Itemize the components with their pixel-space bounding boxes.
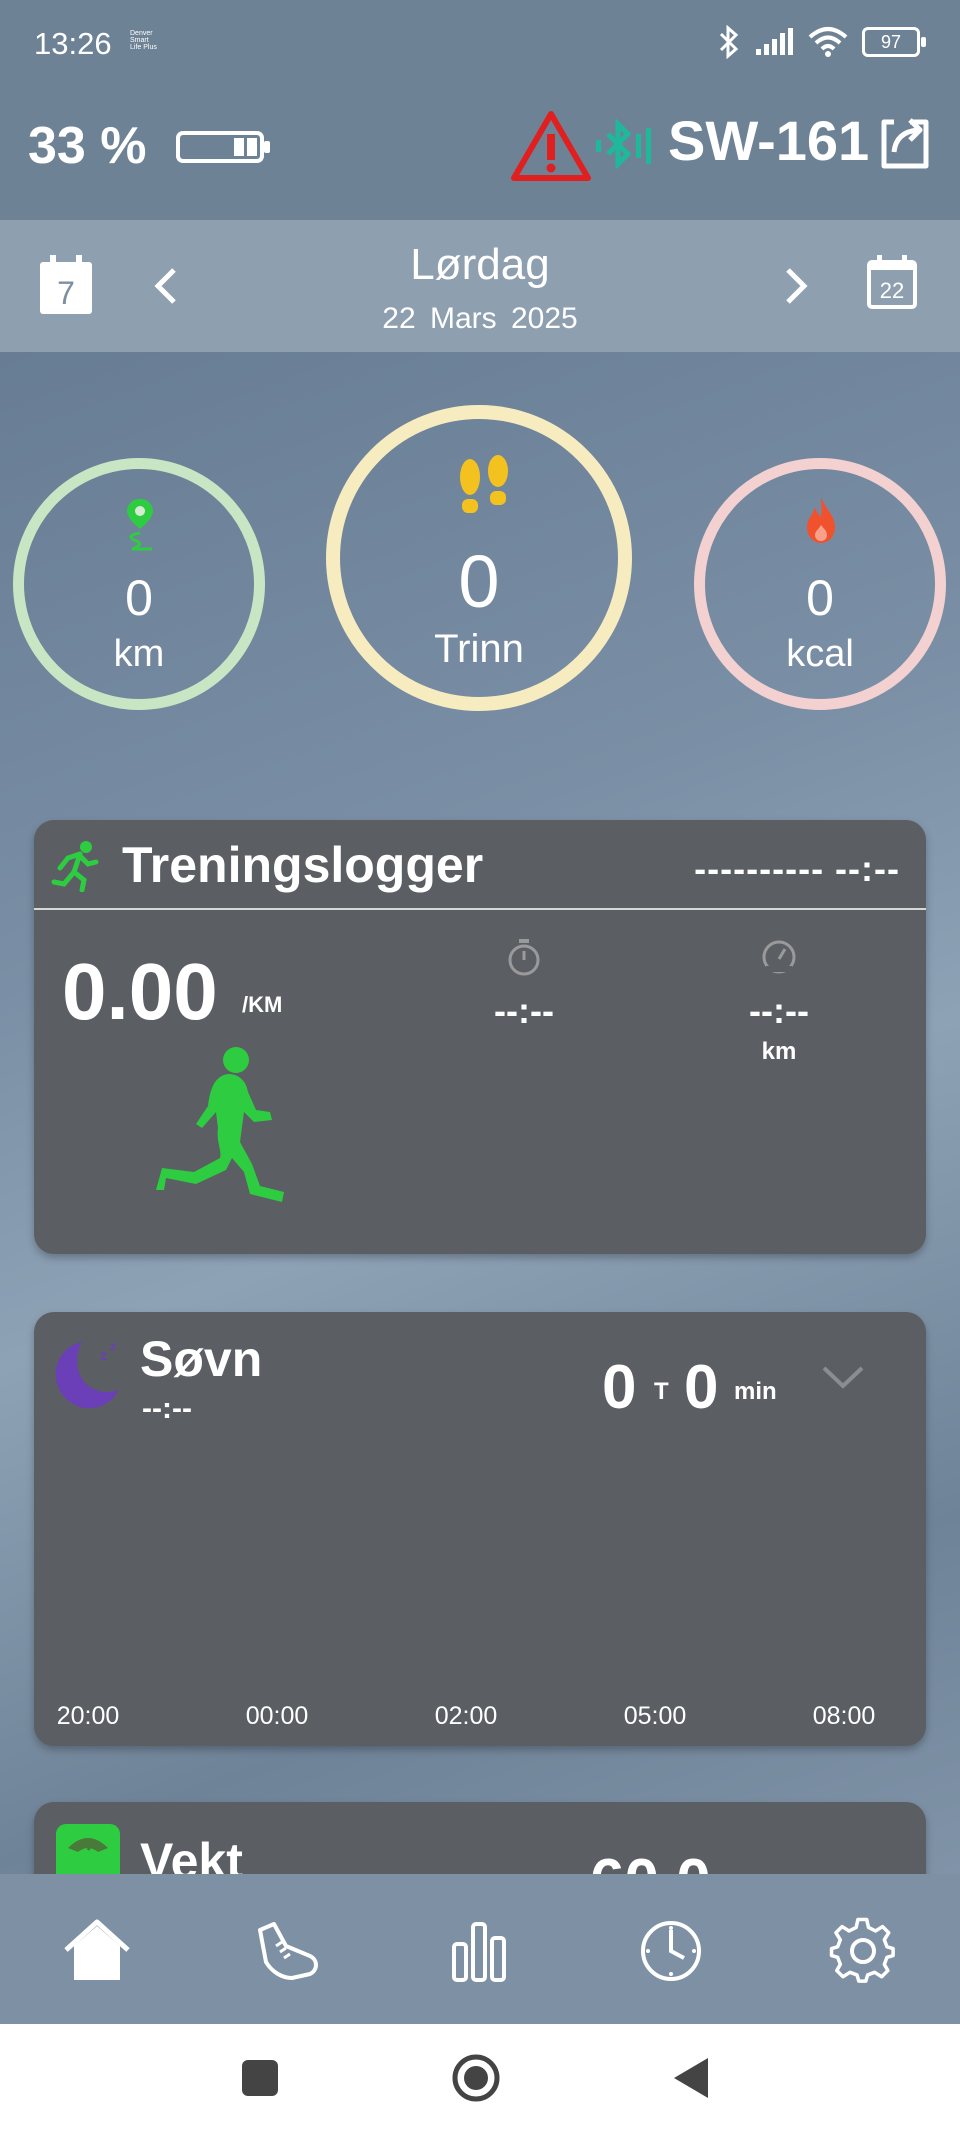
calories-ring[interactable]: 0 kcal [694,458,946,710]
battery-status-icon: 97 [862,27,926,57]
shoe-icon[interactable] [252,1916,322,1986]
sleep-minutes: 0 [684,1353,719,1422]
training-distance-value: --:-- [749,990,809,1031]
location-icon [127,499,153,551]
wifi-icon [808,27,848,57]
date-label: 22 Mars 2025 [382,302,578,335]
status-time: 13:26 [34,26,112,61]
calories-unit: kcal [786,633,854,675]
duration-value: --:-- [494,990,554,1031]
notification-app-icon: Denver Smart Life Plus [130,30,157,51]
back-icon[interactable] [664,2050,720,2106]
footsteps-icon [460,455,508,513]
sleep-time: --:-- [142,1392,192,1425]
calories-value: 0 [806,570,834,626]
home-system-icon[interactable] [448,2050,504,2106]
date-navigator: 7 Lørdag 22 Mars 2025 22 [0,220,960,352]
steps-value: 0 [458,540,500,623]
runner-figure-icon [156,1047,284,1202]
watch-battery-icon [176,131,270,163]
sleep-time-axis: 20:00 00:00 02:00 05:00 08:00 [34,1702,926,1732]
share-icon[interactable] [880,116,932,170]
steps-ring[interactable]: 0 Trinn [326,405,632,711]
signal-icon [756,28,793,55]
bluetooth-status-icon [719,25,739,59]
sleep-hours: 0 [602,1353,637,1422]
flame-icon [807,497,835,543]
divider [34,908,926,910]
system-navigation [0,2024,960,2134]
sleep-title: Søvn [140,1331,263,1387]
pace-value: 0.00 [62,947,218,1036]
bar-chart-icon[interactable] [444,1916,514,1986]
calendar-month-icon[interactable]: 22 [866,254,918,310]
speedometer-icon [762,940,796,974]
sleep-card[interactable]: z z Søvn --:-- 0 T 0 min 20:00 00:00 02:… [34,1312,926,1746]
distance-unit: km [113,633,165,675]
app-header: 33 % SW-161 [0,86,960,220]
status-icons: 97 [718,22,926,62]
distance-ring[interactable]: 0 km [13,458,265,710]
axis-tick: 00:00 [245,1702,309,1730]
training-log-card[interactable]: Treningslogger ---------- --:-- 0.00 /KM… [34,820,926,1254]
svg-text:z: z [100,1347,107,1363]
axis-tick: 08:00 [812,1702,876,1730]
running-icon [51,841,99,892]
training-distance-unit: km [761,1038,797,1065]
day-name: Lørdag [410,240,550,289]
warning-icon[interactable] [510,110,592,182]
bluetooth-connected-icon[interactable] [594,116,654,176]
svg-text:22: 22 [880,278,904,303]
gear-icon[interactable] [828,1916,898,1986]
distance-value: 0 [125,570,153,626]
status-bar: 13:26 Denver Smart Life Plus 97 [0,0,960,86]
axis-tick: 02:00 [434,1702,498,1730]
recents-icon[interactable] [232,2050,288,2106]
axis-tick: 05:00 [623,1702,687,1730]
sleep-minutes-unit: min [734,1378,777,1405]
training-log-title: Treningslogger [122,837,484,893]
steps-unit: Trinn [434,627,524,671]
pace-unit: /KM [242,992,283,1017]
axis-tick: 20:00 [56,1702,120,1730]
sleep-hours-unit: T [654,1378,669,1405]
device-name: SW-161 [668,109,870,172]
stopwatch-icon [508,939,540,976]
next-day-icon[interactable] [780,266,812,306]
svg-text:z: z [110,1339,116,1353]
chevron-down-icon[interactable] [820,1362,866,1392]
home-icon[interactable] [62,1916,132,1986]
moon-icon: z z [55,1339,118,1409]
training-log-time: ---------- --:-- [694,848,900,889]
watch-battery-percent: 33 % [28,117,147,175]
clock-icon[interactable] [636,1916,706,1986]
bottom-navigation [0,1874,960,2024]
